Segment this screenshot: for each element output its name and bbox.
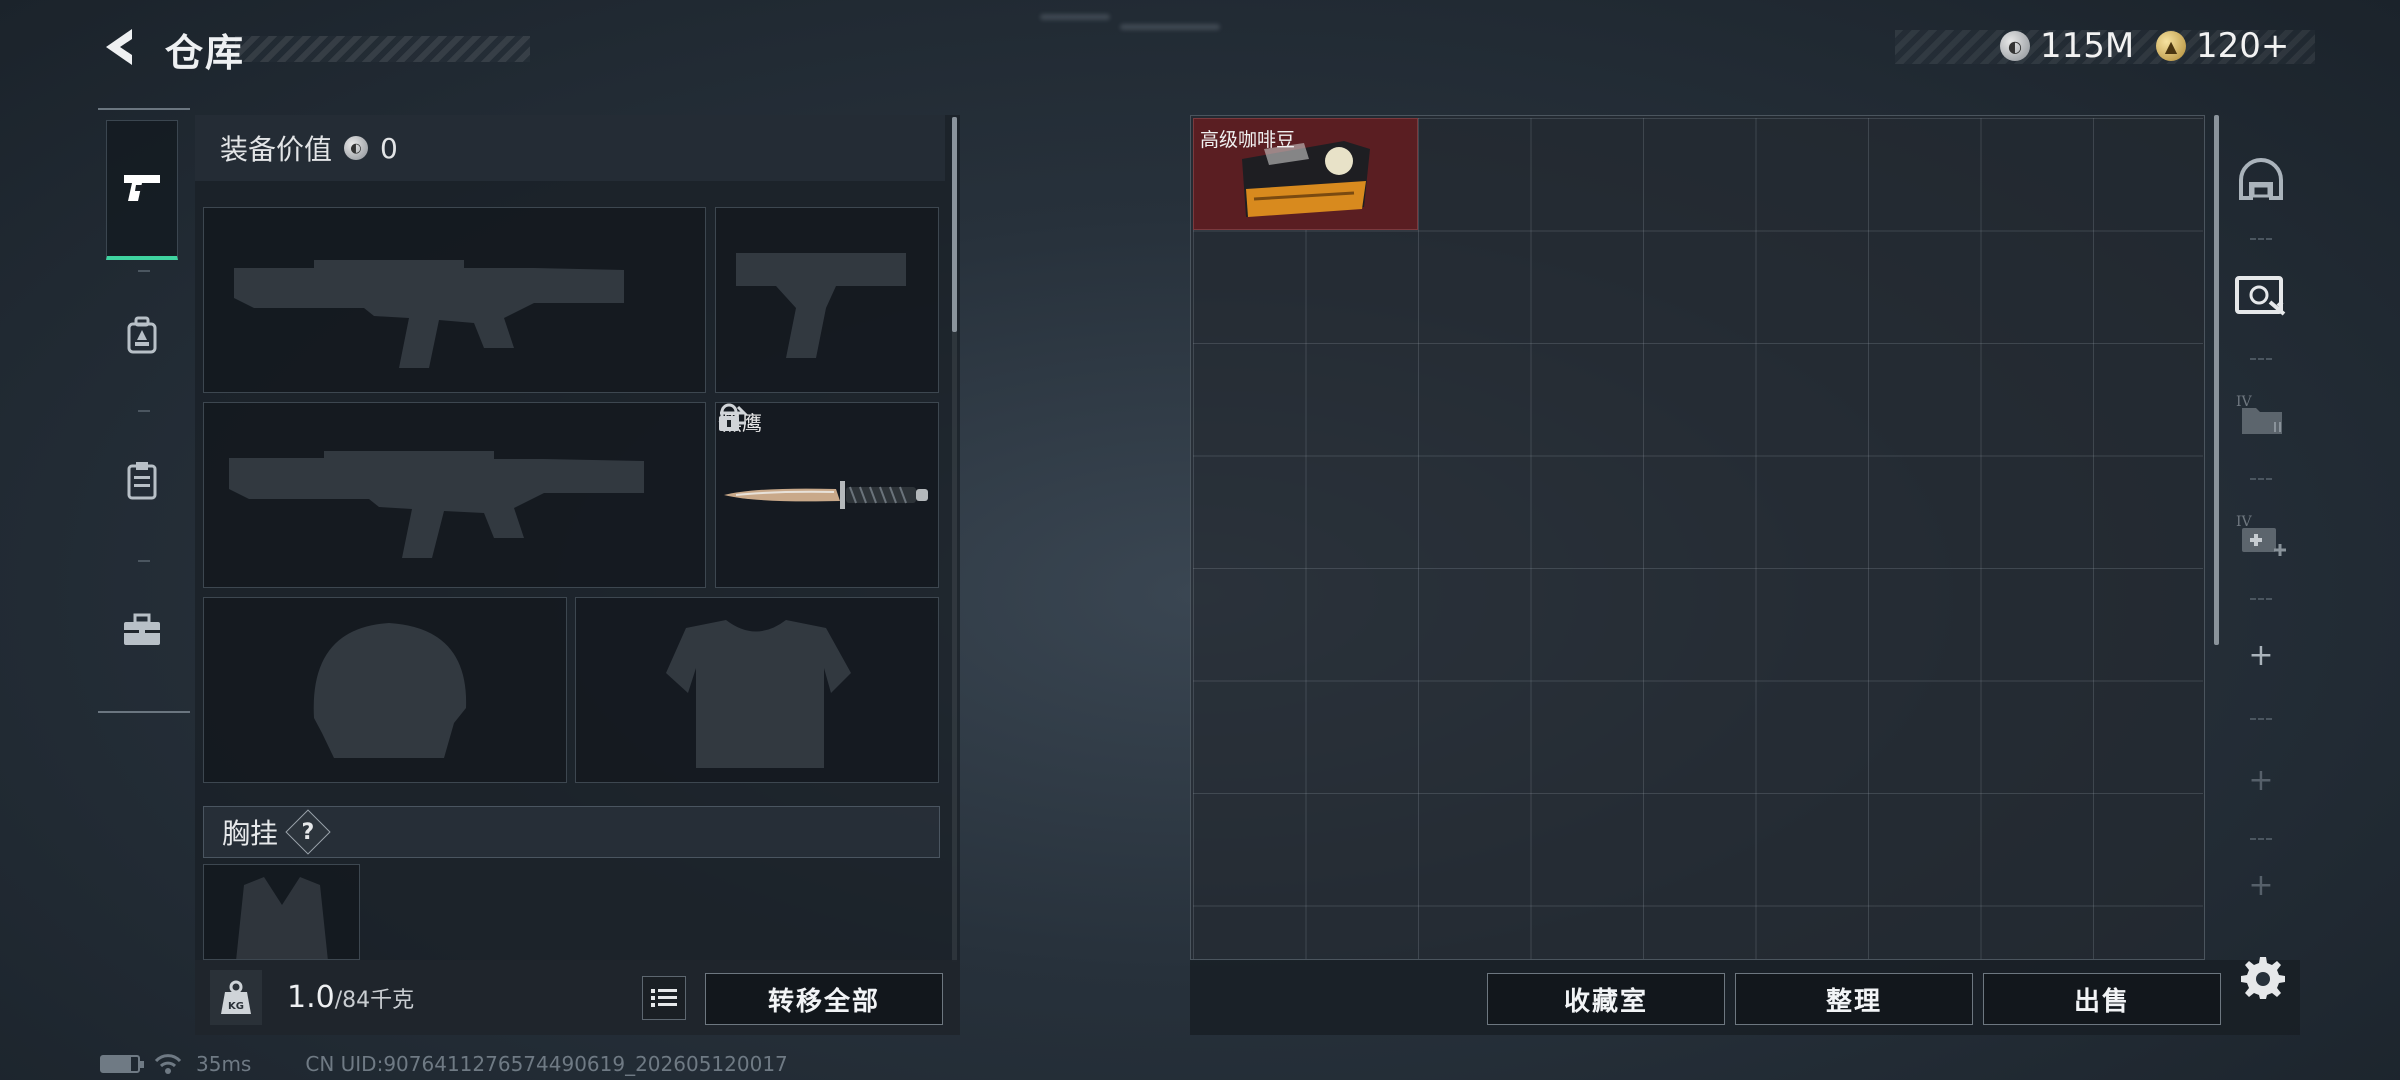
uid-text: CN UID:9076411276574490619_202605120017: [305, 1052, 788, 1076]
settings-button[interactable]: [2238, 952, 2288, 1002]
wifi-icon: [154, 1054, 182, 1074]
storage-item[interactable]: 高级咖啡豆: [1193, 118, 1418, 230]
body-armor-slot[interactable]: [575, 597, 939, 783]
gold-amount: 120+: [2196, 26, 2290, 66]
gold-currency[interactable]: ▲ 120+: [2156, 26, 2289, 66]
safe-box-icon: [2235, 276, 2286, 316]
rifle-silhouette-icon: [234, 260, 624, 368]
folder-lv4-icon: IV: [2236, 394, 2282, 434]
primary-weapon-slot[interactable]: [203, 207, 706, 393]
back-arrow-icon: [106, 29, 132, 65]
weight-icon: KG: [210, 970, 262, 1025]
title-stripe: [235, 36, 530, 62]
help-button[interactable]: ?: [285, 809, 331, 855]
add-container-button[interactable]: +: [2222, 845, 2300, 925]
container-rail: IV IV +: [2222, 110, 2300, 710]
pistol-silhouette-icon: [736, 253, 906, 358]
plus-icon: +: [2248, 637, 2274, 673]
list-icon: [651, 989, 677, 1007]
toolbox-icon: [124, 613, 160, 645]
lock-icon: [719, 403, 739, 431]
container-folder[interactable]: IV: [2222, 360, 2300, 470]
svg-text:IV: IV: [2236, 394, 2253, 410]
container-helmet[interactable]: [2222, 125, 2300, 235]
plus-icon: +: [2248, 762, 2274, 798]
svg-text:KG: KG: [228, 1001, 244, 1012]
battery-icon: [100, 1055, 144, 1073]
silver-coin-icon: ◐: [2000, 31, 2030, 61]
storage-scroll-thumb[interactable]: [2214, 115, 2219, 645]
category-rail: [98, 108, 190, 713]
add-container-button[interactable]: +: [2222, 725, 2300, 835]
rail-separator: [2250, 718, 2272, 720]
transfer-all-button[interactable]: 转移全部: [705, 973, 943, 1025]
svg-text:IV: IV: [2236, 514, 2253, 530]
container-safe-box[interactable]: [2222, 240, 2300, 350]
weight-current: 1.0: [287, 980, 335, 1015]
equipment-scroll-thumb[interactable]: [952, 117, 957, 332]
grid-lines: [1193, 118, 2203, 959]
helmet-silhouette-icon: [313, 623, 467, 758]
add-container-button[interactable]: +: [2222, 600, 2300, 710]
combat-knife-icon: [724, 481, 928, 509]
background-streak: [1040, 14, 1110, 20]
ping-text: 35ms: [196, 1052, 252, 1076]
page-title: 仓库: [165, 31, 246, 75]
weight-max: /84千克: [334, 988, 415, 1013]
category-weapons[interactable]: [106, 120, 178, 260]
sell-button[interactable]: 出售: [1983, 973, 2221, 1025]
medkit-lv4-icon: IV: [2236, 514, 2286, 556]
silver-coin-icon: ◐: [344, 136, 369, 160]
equipment-value-label: 装备价值: [220, 133, 333, 166]
armor-silhouette-icon: [666, 620, 851, 768]
rifle-silhouette-icon: [229, 451, 644, 558]
plus-icon: +: [2248, 867, 2274, 903]
sidearm-slot[interactable]: [715, 207, 939, 393]
pistol-icon: [124, 174, 160, 201]
category-backpack[interactable]: [106, 265, 178, 405]
chest-rig-silhouette-icon: [236, 877, 328, 959]
collection-room-button[interactable]: 收藏室: [1487, 973, 1725, 1025]
helmet-icon: [2239, 158, 2283, 200]
rail-separator: [2250, 838, 2272, 840]
silver-currency[interactable]: ◐ 115M: [2000, 26, 2134, 66]
status-footer: 35ms CN UID:9076411276574490619_20260512…: [100, 1052, 788, 1076]
background-streak: [1120, 24, 1220, 30]
weight-readout: 1.0/84千克: [287, 980, 414, 1015]
organize-button[interactable]: 整理: [1735, 973, 1973, 1025]
container-medkit[interactable]: IV: [2222, 480, 2300, 590]
category-toolbox[interactable]: [106, 560, 178, 700]
category-clipboard[interactable]: [106, 410, 178, 550]
chest-rig-slot[interactable]: [203, 864, 360, 960]
item-name: 高级咖啡豆: [1200, 129, 1296, 151]
chest-rig-label: 胸挂: [222, 817, 279, 850]
clipboard-icon: [127, 462, 157, 500]
silver-amount: 115M: [2040, 26, 2135, 66]
gear-icon: [2241, 957, 2285, 999]
gold-coin-icon: ▲: [2156, 31, 2186, 61]
melee-slot[interactable]: 黑鹰: [715, 402, 939, 588]
help-icon: ?: [301, 819, 315, 845]
chest-rig-header: 胸挂 ?: [203, 806, 940, 858]
equipment-value: 0: [380, 131, 398, 165]
storage-grid[interactable]: 高级咖啡豆: [1190, 115, 2205, 960]
secondary-weapon-slot[interactable]: [203, 402, 706, 588]
helmet-slot[interactable]: [203, 597, 567, 783]
equipment-value-bar: 装备价值 ◐ 0: [195, 115, 945, 181]
backpack-icon: [127, 316, 157, 354]
back-button[interactable]: [95, 22, 145, 72]
list-view-button[interactable]: [642, 976, 686, 1020]
